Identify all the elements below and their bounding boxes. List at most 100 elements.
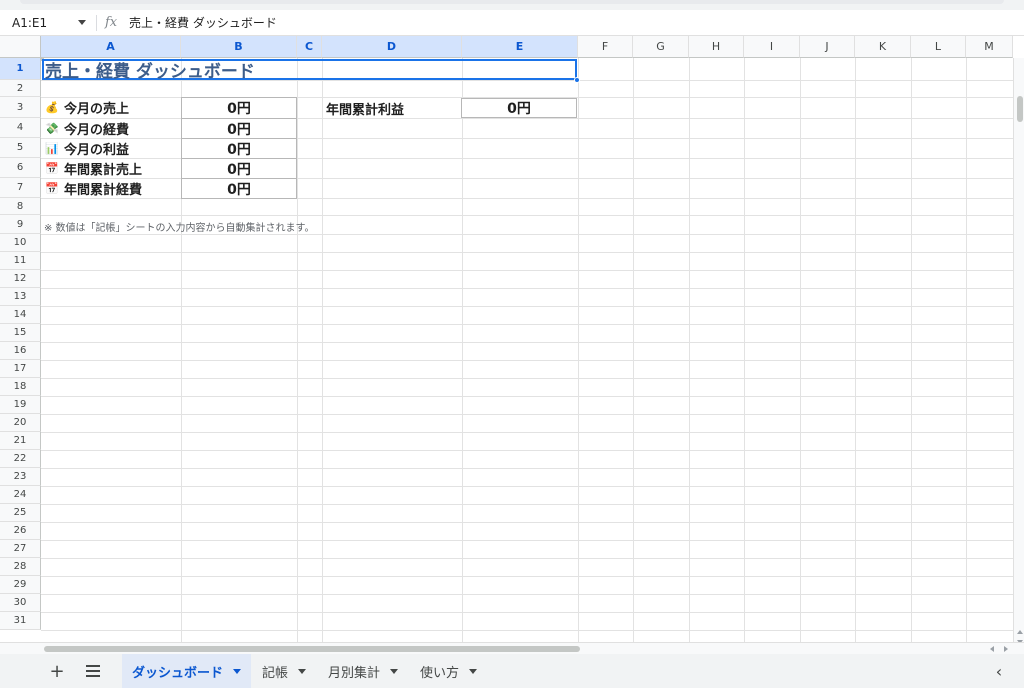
sheet-tab[interactable]: ダッシュボード — [122, 654, 252, 688]
note-text[interactable]: ※ 数値は「記帳」シートの入力内容から自動集計されます。 — [44, 217, 315, 235]
annual-profit-value[interactable]: 0円 — [461, 98, 577, 118]
column-header-h[interactable]: H — [689, 36, 744, 58]
add-sheet-button[interactable]: + — [46, 660, 68, 682]
column-header-a[interactable]: A — [41, 36, 181, 58]
formula-input[interactable]: 売上・経費 ダッシュボード — [129, 14, 277, 31]
grid-row-line — [41, 360, 1013, 361]
spreadsheet-grid[interactable]: ABCDEFGHIJKLM 1 2 3 4 5 6 7 8 9 10 11 12 13 14 15 16 17 1… — [0, 36, 1024, 642]
grid-row-line — [41, 306, 1013, 307]
horizontal-scrollbar[interactable] — [0, 642, 1024, 654]
sheet-tab-label: 使い方 — [420, 665, 460, 681]
row-header-6[interactable]: 6 — [0, 158, 41, 178]
row-header-2[interactable]: 2 — [0, 80, 41, 97]
metric-label[interactable]: 📊 今月の利益 — [41, 138, 181, 158]
grid-row-line — [41, 522, 1013, 523]
chevron-down-icon[interactable] — [233, 668, 242, 674]
grid-row-line — [41, 252, 1013, 253]
metric-value[interactable]: 0円 — [181, 118, 297, 139]
metric-label[interactable]: 📅 年間累計経費 — [41, 178, 181, 198]
grid-column-line — [855, 58, 856, 642]
sheet-tab[interactable]: 月別集計 — [318, 654, 408, 688]
row-header-31[interactable]: 31 — [0, 612, 41, 630]
row-header-21[interactable]: 21 — [0, 432, 41, 450]
vertical-scrollbar[interactable] — [1013, 58, 1024, 642]
row-header-9[interactable]: 9 — [0, 215, 41, 234]
metric-label[interactable]: 💸 今月の経費 — [41, 118, 181, 138]
select-all-corner[interactable] — [0, 36, 44, 61]
all-sheets-menu-icon[interactable] — [82, 660, 104, 682]
metric-label-text: 今月の売上 — [64, 102, 130, 117]
row-header-17[interactable]: 17 — [0, 360, 41, 378]
metric-label-text: 年間累計経費 — [64, 182, 143, 198]
row-header-29[interactable]: 29 — [0, 576, 41, 594]
grid-row-line — [41, 630, 1013, 631]
row-header-30[interactable]: 30 — [0, 594, 41, 612]
bar-chart-icon: 📊 — [45, 141, 59, 155]
chevron-down-icon[interactable] — [390, 668, 399, 674]
row-header-18[interactable]: 18 — [0, 378, 41, 396]
column-header-b[interactable]: B — [181, 36, 297, 58]
metric-label[interactable]: 📅 年間累計売上 — [41, 158, 181, 178]
row-header-19[interactable]: 19 — [0, 396, 41, 414]
row-header-5[interactable]: 5 — [0, 138, 41, 158]
column-header-f[interactable]: F — [578, 36, 633, 58]
row-header-27[interactable]: 27 — [0, 540, 41, 558]
column-header-d[interactable]: D — [322, 36, 462, 58]
row-header-25[interactable]: 25 — [0, 504, 41, 522]
row-header-1[interactable]: 1 — [0, 58, 41, 80]
row-header-23[interactable]: 23 — [0, 468, 41, 486]
grid-column-line — [689, 58, 690, 642]
grid-column-line — [462, 58, 463, 642]
grid-row-line — [41, 558, 1013, 559]
metric-value[interactable]: 0円 — [181, 97, 297, 119]
row-header-24[interactable]: 24 — [0, 486, 41, 504]
metric-value[interactable]: 0円 — [181, 178, 297, 199]
row-header-12[interactable]: 12 — [0, 270, 41, 288]
name-box[interactable]: A1:E1 — [0, 10, 92, 36]
metric-value[interactable]: 0円 — [181, 158, 297, 179]
metric-value[interactable]: 0円 — [181, 138, 297, 159]
annual-profit-label[interactable]: 年間累計利益 — [323, 98, 461, 118]
row-header-16[interactable]: 16 — [0, 342, 41, 360]
chevron-down-icon[interactable] — [78, 19, 86, 25]
row-header-15[interactable]: 15 — [0, 324, 41, 342]
column-header-g[interactable]: G — [633, 36, 689, 58]
column-header-c[interactable]: C — [297, 36, 322, 58]
chevron-down-icon[interactable] — [298, 668, 307, 674]
sheet-tab[interactable]: 記帳 — [252, 654, 316, 688]
vertical-scroll-thumb[interactable] — [1017, 96, 1023, 122]
row-header-10[interactable]: 10 — [0, 234, 41, 252]
row-header-26[interactable]: 26 — [0, 522, 41, 540]
grid-row-line — [41, 342, 1013, 343]
collapse-sidebar-icon[interactable]: ‹ — [992, 662, 1006, 681]
column-header-e[interactable]: E — [462, 36, 578, 58]
row-header-7[interactable]: 7 — [0, 178, 41, 198]
selection-fill-handle[interactable] — [574, 77, 580, 83]
grid-row-line — [41, 324, 1013, 325]
horizontal-scroll-thumb[interactable] — [44, 646, 580, 652]
sheet-tab[interactable]: 使い方 — [410, 654, 487, 688]
title-cell[interactable]: 売上・経費 ダッシュボード — [42, 59, 577, 82]
column-header-m[interactable]: M — [966, 36, 1013, 58]
scroll-up-icon[interactable] — [1017, 630, 1023, 634]
column-header-j[interactable]: J — [800, 36, 855, 58]
grid-row-line — [41, 612, 1013, 613]
column-header-i[interactable]: I — [744, 36, 800, 58]
column-header-l[interactable]: L — [911, 36, 966, 58]
row-header-20[interactable]: 20 — [0, 414, 41, 432]
row-header-13[interactable]: 13 — [0, 288, 41, 306]
metric-label[interactable]: 💰 今月の売上 — [41, 97, 181, 118]
row-header-8[interactable]: 8 — [0, 198, 41, 215]
row-header-4[interactable]: 4 — [0, 118, 41, 138]
scroll-right-icon[interactable] — [1004, 646, 1008, 652]
row-header-3[interactable]: 3 — [0, 97, 41, 118]
column-header-k[interactable]: K — [855, 36, 911, 58]
scroll-left-icon[interactable] — [990, 646, 994, 652]
grid-row-line — [41, 468, 1013, 469]
chevron-down-icon[interactable] — [469, 668, 478, 674]
row-header-14[interactable]: 14 — [0, 306, 41, 324]
row-header-11[interactable]: 11 — [0, 252, 41, 270]
row-header-28[interactable]: 28 — [0, 558, 41, 576]
grid-column-line — [297, 58, 298, 642]
row-header-22[interactable]: 22 — [0, 450, 41, 468]
